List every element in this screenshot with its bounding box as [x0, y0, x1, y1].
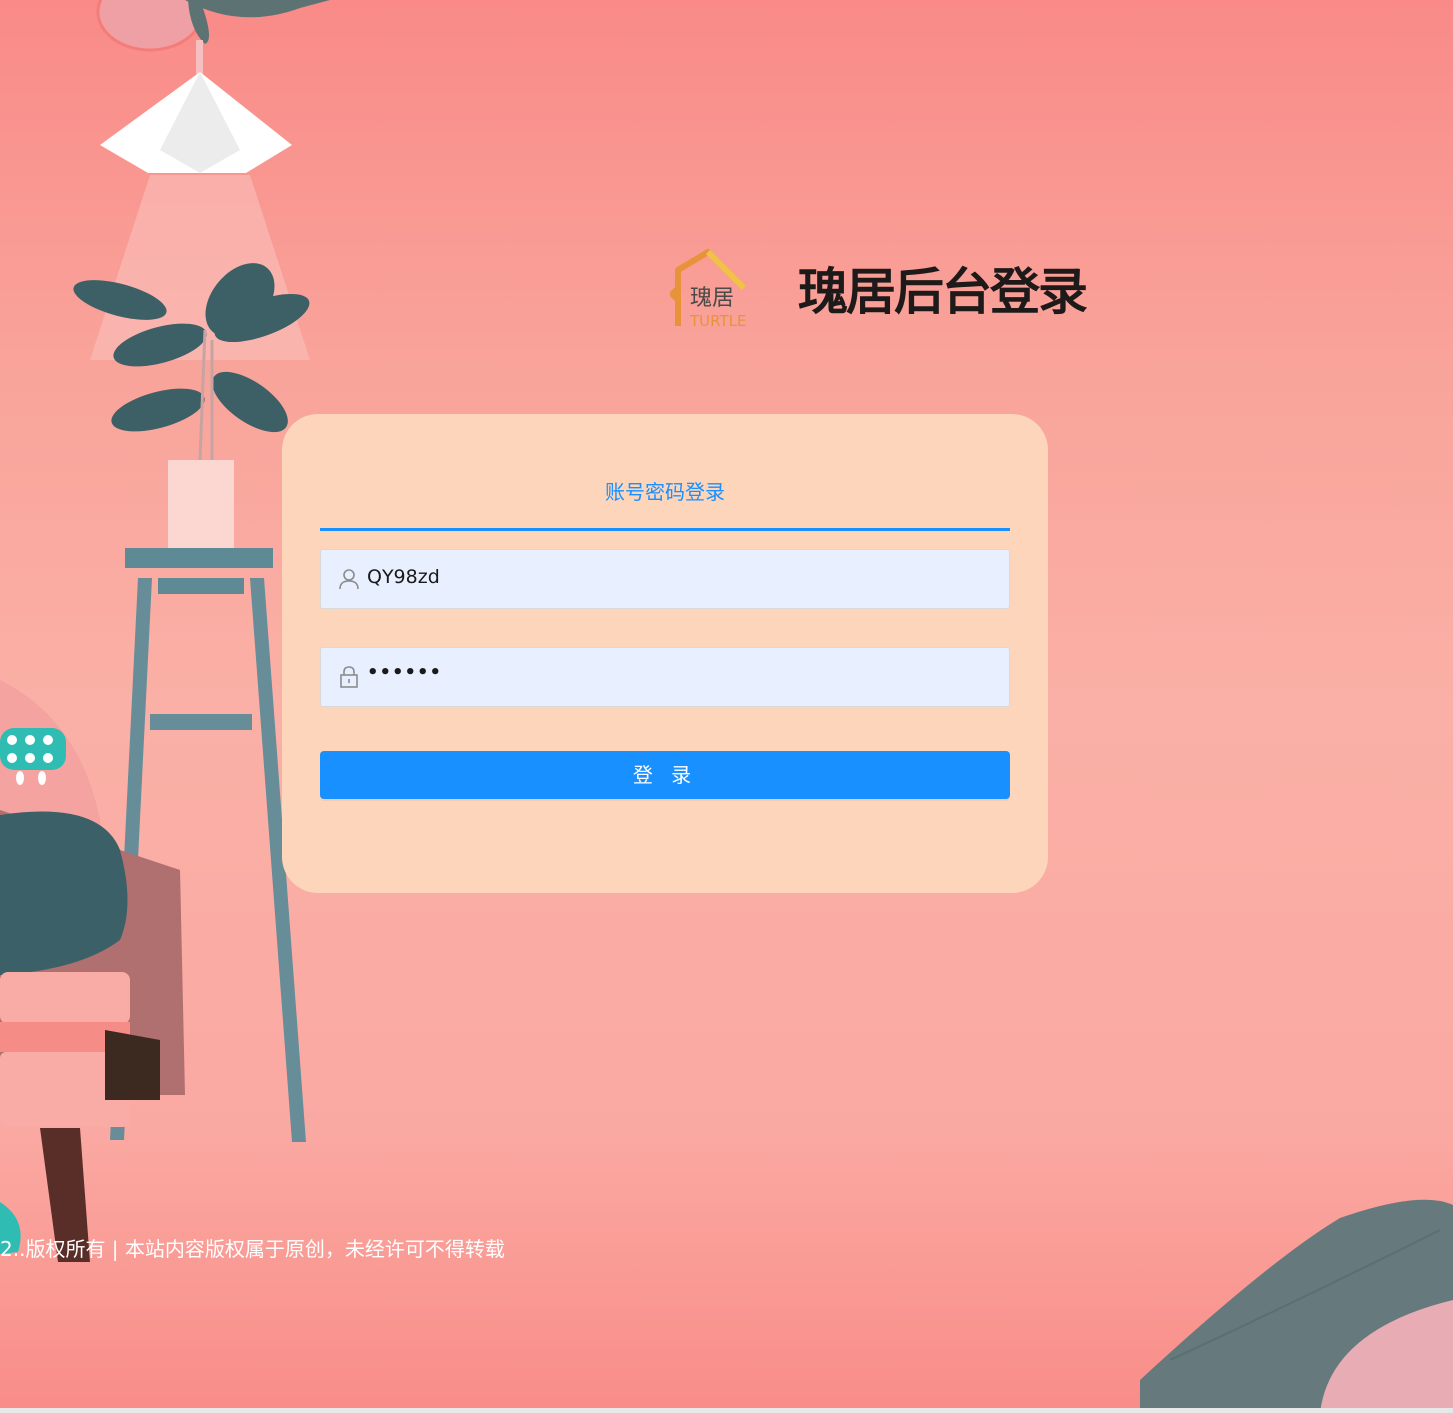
tab-label: 账号密码登录 [605, 480, 725, 504]
lock-icon [340, 666, 358, 688]
tab-account-password[interactable]: 账号密码登录 [320, 474, 1010, 531]
page-title: 瑰居后台登录 [798, 263, 1088, 321]
username-value: QY98zd [367, 566, 440, 588]
username-field[interactable]: QY98zd [320, 549, 1010, 609]
password-field[interactable]: •••••• [320, 647, 1010, 707]
user-icon [339, 569, 359, 590]
brand-logo: 瑰居 TURTLE [670, 249, 746, 330]
login-card: 账号密码登录 QY98zd •••••• 登 录 [282, 414, 1048, 893]
logo-text-cn: 瑰居 [690, 286, 734, 311]
horizontal-scrollbar[interactable] [0, 1408, 1453, 1413]
login-button[interactable]: 登 录 [320, 751, 1010, 799]
footer-copyright: 2..版权所有 | 本站内容版权属于原创，未经许可不得转载 [0, 1237, 505, 1261]
logo-text-en: TURTLE [689, 312, 746, 330]
password-value: •••••• [367, 662, 443, 683]
brand-header: 瑰居 TURTLE 瑰居后台登录 [668, 248, 1108, 332]
